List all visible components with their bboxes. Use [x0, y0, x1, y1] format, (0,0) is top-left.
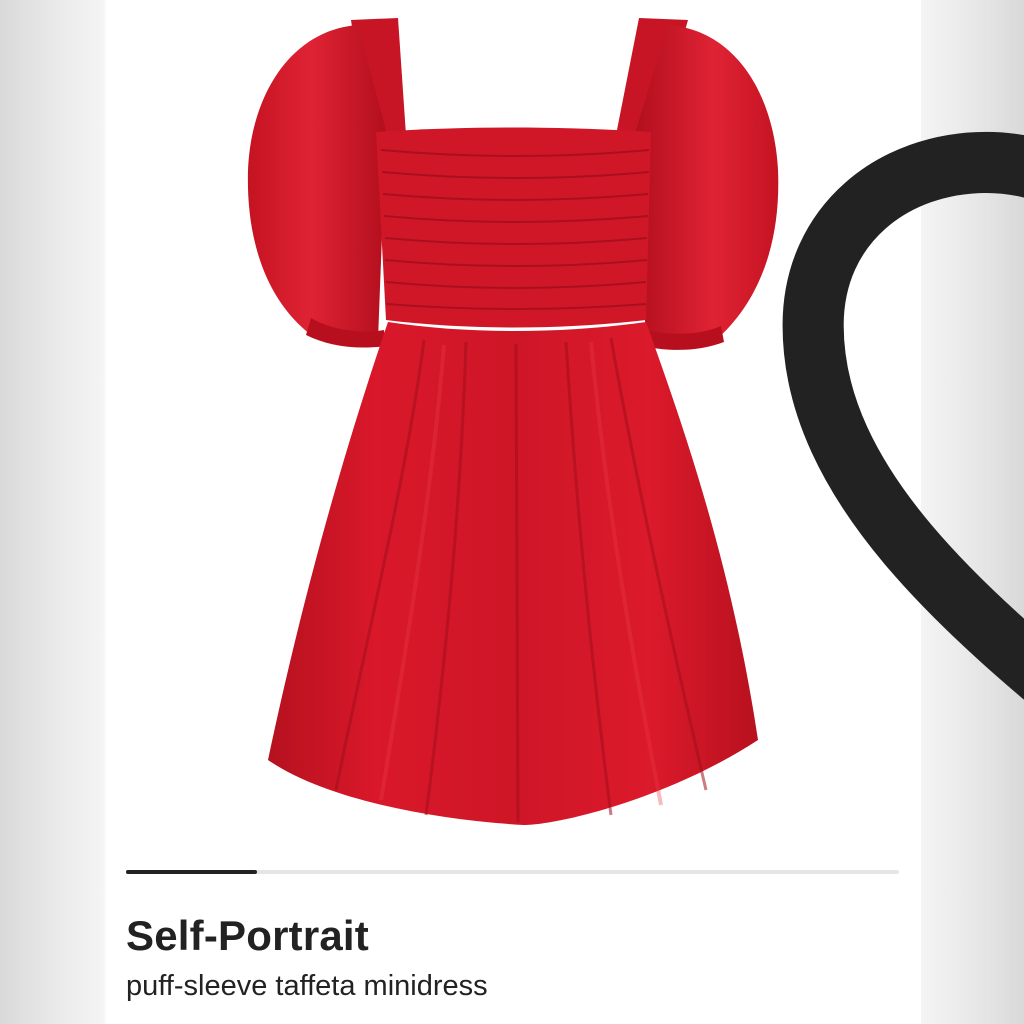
product-card: Self-Portrait puff-sleeve taffeta minidr… [106, 0, 1024, 1024]
bodice [376, 127, 651, 328]
skirt [268, 322, 758, 825]
wishlist-button[interactable] [752, 38, 1024, 700]
product-name[interactable]: puff-sleeve taffeta minidress [126, 970, 488, 1003]
heart-outline-icon [782, 131, 1024, 700]
carousel-progress-bar [126, 870, 258, 874]
product-screen: Self-Portrait puff-sleeve taffeta minidr… [0, 0, 1024, 1024]
product-image[interactable] [106, 0, 1024, 860]
image-carousel-indicator[interactable] [126, 870, 899, 874]
left-sleeve [247, 25, 386, 340]
brand-name[interactable]: Self-Portrait [126, 912, 369, 960]
